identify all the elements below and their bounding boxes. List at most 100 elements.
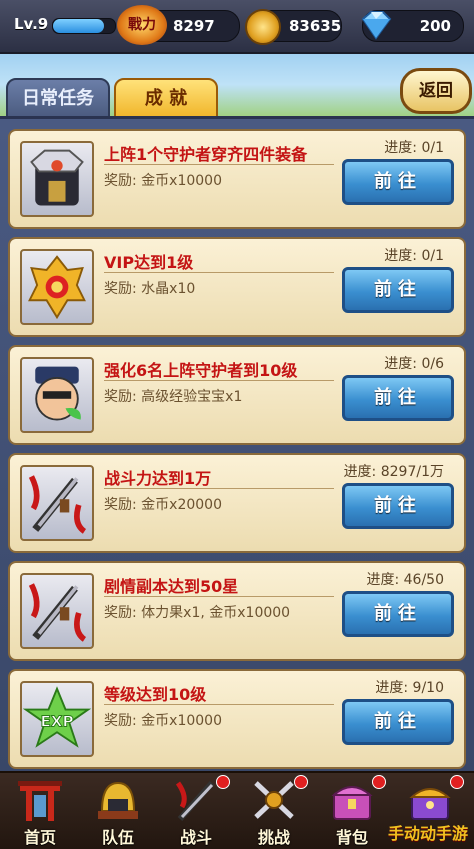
reward-value: 金币x10000	[141, 713, 222, 729]
go-button[interactable]: 前往	[342, 375, 454, 421]
combat-power-badge: 戰力	[117, 5, 167, 45]
title-divider	[104, 164, 334, 165]
armor-icon	[20, 141, 94, 217]
achievement-title: 强化6名上阵守护者到10级	[104, 361, 298, 380]
player-level: Lv.9	[14, 15, 49, 33]
go-button[interactable]: 前往	[342, 591, 454, 637]
notification-dot	[216, 775, 230, 789]
reward-value: 水晶x10	[141, 281, 196, 297]
progress-label: 进度:	[384, 140, 418, 156]
achievement-title: VIP达到1级	[104, 253, 194, 272]
notification-dot	[372, 775, 386, 789]
reward-value: 高级经验宝宝x1	[141, 389, 243, 405]
achievement-reward: 奖励: 金币x10000	[104, 711, 344, 732]
progress-label: 进度:	[366, 572, 400, 588]
reward-label: 奖励:	[104, 713, 137, 729]
diamond-icon	[361, 11, 392, 40]
achievement-card: EXP 等级达到10级 奖励: 金币x10000 进度: 9/10 前往	[8, 669, 466, 769]
tab-achievements[interactable]: 成 就	[114, 78, 218, 120]
guardian-head-icon	[20, 357, 94, 433]
nav-label: 战斗	[179, 828, 212, 847]
reward-label: 奖励:	[104, 281, 137, 297]
nav-item-0[interactable]: 首页	[2, 775, 78, 849]
title-divider	[104, 488, 334, 489]
achievement-reward: 奖励: 金币x10000	[104, 171, 344, 192]
battle-axe-icon	[172, 777, 220, 823]
reward-value: 体力果x1, 金币x10000	[141, 605, 291, 621]
achievement-progress: 进度: 0/1	[384, 137, 444, 157]
swords-icon	[20, 573, 94, 649]
progress-value: 0/6	[421, 356, 444, 372]
gem-counter[interactable]: 200	[361, 10, 464, 42]
progress-value: 0/1	[421, 140, 444, 156]
achievement-card: 强化6名上阵守护者到10级 奖励: 高级经验宝宝x1 进度: 0/6 前往	[8, 345, 466, 445]
achievement-card: VIP达到1级 奖励: 水晶x10 进度: 0/1 前往	[8, 237, 466, 337]
nav-item-1[interactable]: 队伍	[80, 775, 156, 849]
progress-label: 进度:	[375, 680, 409, 696]
crossed-swords-icon	[250, 777, 298, 823]
achievement-list: 上阵1个守护者穿齐四件装备 奖励: 金币x10000 进度: 0/1 前往 VIP达到1…	[0, 116, 474, 774]
achievement-reward: 奖励: 高级经验宝宝x1	[104, 387, 344, 408]
notification-dot	[294, 775, 308, 789]
gold-counter[interactable]: 83635	[245, 9, 342, 45]
go-button[interactable]: 前往	[342, 267, 454, 313]
helmet-icon	[94, 777, 142, 823]
nav-label: 队伍	[101, 828, 134, 847]
achievement-card: 战斗力达到1万 奖励: 金币x20000 进度: 8297/1万 前往	[8, 453, 466, 553]
xp-bar	[52, 18, 116, 34]
treasure-icon	[406, 777, 454, 823]
reward-value: 金币x10000	[141, 173, 222, 189]
progress-value: 9/10	[412, 680, 444, 696]
watermark: 手动动手游	[387, 824, 468, 843]
progress-label: 进度:	[384, 356, 418, 372]
nav-item-3[interactable]: 挑战	[236, 775, 312, 849]
achievement-card: 剧情副本达到50星 奖励: 体力果x1, 金币x10000 进度: 46/50 前往	[8, 561, 466, 661]
nav-label: 背包	[335, 828, 368, 847]
nav-item-2[interactable]: 战斗	[158, 775, 234, 849]
achievement-card: 上阵1个守护者穿齐四件装备 奖励: 金币x10000 进度: 0/1 前往	[8, 129, 466, 229]
swords-icon	[20, 465, 94, 541]
gem-value: 200	[419, 17, 451, 35]
progress-label: 进度:	[384, 248, 418, 264]
progress-value: 0/1	[421, 248, 444, 264]
chest-icon	[328, 777, 376, 823]
combat-power: 戰力 8297	[117, 5, 240, 45]
achievement-title: 上阵1个守护者穿齐四件装备	[104, 145, 308, 164]
tab-daily-tasks[interactable]: 日常任务	[6, 78, 110, 120]
svg-text:EXP: EXP	[40, 713, 73, 731]
progress-value: 8297/1万	[380, 464, 444, 480]
reward-label: 奖励:	[104, 605, 137, 621]
achievement-reward: 奖励: 水晶x10	[104, 279, 344, 300]
achievement-title: 等级达到10级	[104, 685, 207, 704]
title-divider	[104, 380, 334, 381]
achievement-reward: 奖励: 体力果x1, 金币x10000	[104, 603, 344, 624]
achievement-progress: 进度: 0/1	[384, 245, 444, 265]
title-divider	[104, 596, 334, 597]
achievement-progress: 进度: 9/10	[375, 677, 444, 697]
achievement-progress: 进度: 0/6	[384, 353, 444, 373]
title-divider	[104, 704, 334, 705]
go-button[interactable]: 前往	[342, 483, 454, 529]
achievement-reward: 奖励: 金币x20000	[104, 495, 344, 516]
go-button[interactable]: 前往	[342, 159, 454, 205]
reward-label: 奖励:	[104, 497, 137, 513]
achievement-title: 剧情副本达到50星	[104, 577, 239, 596]
back-button[interactable]: 返回	[400, 68, 472, 114]
combat-power-value: 8297	[173, 17, 215, 35]
nav-label: 挑战	[257, 828, 290, 847]
achievement-title: 战斗力达到1万	[104, 469, 212, 488]
reward-label: 奖励:	[104, 173, 137, 189]
achievement-progress: 进度: 8297/1万	[344, 461, 444, 481]
exp-star-icon: EXP	[20, 681, 94, 757]
progress-value: 46/50	[403, 572, 444, 588]
reward-label: 奖励:	[104, 389, 137, 405]
go-button[interactable]: 前往	[342, 699, 454, 745]
top-status-bar: Lv.9 戰力 8297 83635 200	[0, 0, 474, 54]
achievement-progress: 进度: 46/50	[366, 569, 444, 589]
notification-dot	[450, 775, 464, 789]
gate-icon	[16, 777, 64, 823]
reward-value: 金币x20000	[141, 497, 222, 513]
nav-item-4[interactable]: 背包	[314, 775, 390, 849]
coin-icon	[245, 9, 281, 45]
vip-crest-icon	[20, 249, 94, 325]
